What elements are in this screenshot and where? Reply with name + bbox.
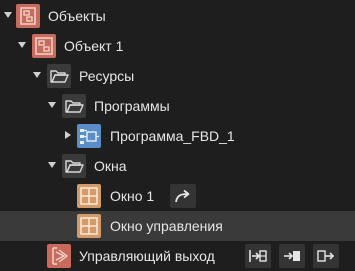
tree-item-label: Программы (94, 98, 170, 114)
fbd-program-icon (77, 124, 101, 148)
tree-item-label: Программа_FBD_1 (110, 128, 235, 144)
tree-item-control-output[interactable]: Управляющий выход (0, 241, 355, 271)
folder-icon (47, 64, 71, 88)
tree-item-label: Окно 1 (110, 188, 155, 204)
tree-item-object-1[interactable]: Объект 1 (0, 31, 355, 61)
expand-caret-icon[interactable] (48, 162, 56, 168)
tree-item-program-fbd-1[interactable]: Программа_FBD_1 (0, 121, 355, 151)
tree-item-label: Окно управления (110, 218, 223, 234)
tree-item-label: Управляющий выход (79, 248, 215, 264)
output-arrow-icon[interactable] (313, 244, 339, 268)
control-output-icon (47, 244, 71, 268)
expand-caret-icon[interactable] (33, 72, 41, 78)
redirect-arrow-icon[interactable] (170, 184, 196, 208)
expand-caret-icon[interactable] (18, 42, 26, 48)
object-root-icon (16, 4, 40, 28)
tree-item-label: Объект 1 (64, 38, 124, 54)
folder-icon (62, 154, 86, 178)
tree-item-label: Ресурсы (79, 68, 135, 84)
tree-item-resources[interactable]: Ресурсы (0, 61, 355, 91)
tree-item-control-window[interactable]: Окно управления (0, 211, 355, 241)
tree-item-windows[interactable]: Окна (0, 151, 355, 181)
window-icon (77, 214, 101, 238)
input-arrow-icon[interactable] (279, 244, 305, 268)
expand-caret-icon[interactable] (65, 131, 71, 139)
object-icon (32, 34, 56, 58)
window-icon (77, 184, 101, 208)
insert-block-icon[interactable] (245, 244, 271, 268)
tree-item-label: Окна (94, 158, 127, 174)
folder-icon (62, 94, 86, 118)
expand-caret-icon[interactable] (48, 102, 56, 108)
tree-item-window-1[interactable]: Окно 1 (0, 181, 355, 211)
tree-item-objects-root[interactable]: Объекты (0, 1, 355, 31)
tree-item-label: Объекты (48, 8, 106, 24)
tree-item-programs[interactable]: Программы (0, 91, 355, 121)
expand-caret-icon[interactable] (4, 12, 12, 18)
